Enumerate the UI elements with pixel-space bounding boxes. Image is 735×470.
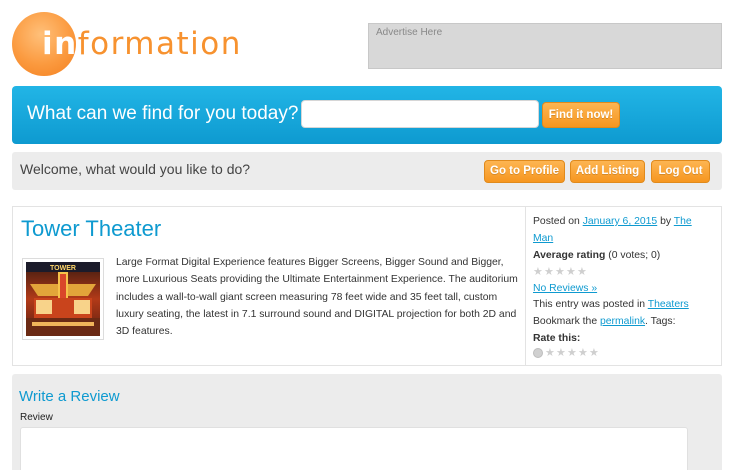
category-link[interactable]: Theaters (648, 299, 689, 310)
cancel-rating-icon[interactable] (533, 348, 543, 358)
review-label: Review (20, 412, 53, 423)
logo-rest: formation (77, 26, 242, 62)
star-icon[interactable]: ★ (578, 348, 588, 359)
posted-on-line: Posted on January 6, 2015 by The (533, 216, 692, 227)
star-icon: ★ (577, 266, 587, 278)
posted-in-prefix: This entry was posted in (533, 299, 646, 310)
average-rating-label: Average rating (533, 250, 606, 261)
star-icon: ★ (555, 266, 565, 278)
average-rating-votes: (0 votes; 0) (608, 250, 661, 261)
search-band: What can we find for you today? Find it … (12, 86, 722, 144)
post-date-link[interactable]: January 6, 2015 (583, 216, 658, 227)
posted-on-prefix: Posted on (533, 216, 580, 227)
no-reviews-link[interactable]: No Reviews » (533, 283, 597, 294)
review-textarea[interactable] (20, 427, 688, 470)
posted-in-line: This entry was posted in Theaters (533, 299, 689, 310)
tags-label: . Tags: (645, 316, 676, 327)
site-logo[interactable]: information (12, 12, 240, 76)
rate-this-label: Rate this: (533, 333, 581, 344)
star-icon: ★ (566, 266, 576, 278)
search-prompt: What can we find for you today? (27, 103, 299, 124)
star-icon: ★ (533, 266, 543, 278)
listing-thumbnail[interactable]: TOWER (22, 258, 104, 340)
permalink-link[interactable]: permalink (600, 316, 645, 327)
average-rating-line: Average rating (0 votes; 0) (533, 250, 660, 261)
star-icon[interactable]: ★ (556, 348, 566, 359)
go-to-profile-button[interactable]: Go to Profile (484, 160, 565, 183)
star-icon: ★ (544, 266, 554, 278)
log-out-button[interactable]: Log Out (651, 160, 710, 183)
listing-description: Large Format Digital Experience features… (116, 257, 518, 338)
logo-highlight: in (42, 26, 78, 62)
bookmark-line: Bookmark the permalink. Tags: (533, 316, 675, 327)
rate-this-stars[interactable]: ★ ★ ★ ★ ★ (533, 348, 599, 359)
average-rating-stars: ★ ★ ★ ★ ★ (533, 266, 587, 278)
write-review-title: Write a Review (19, 388, 120, 405)
write-review-section: Write a Review Review (12, 374, 722, 470)
rate-this-line: Rate this: (533, 333, 580, 344)
ad-text: Advertise Here (376, 27, 443, 38)
listing-title[interactable]: Tower Theater (21, 216, 161, 242)
no-reviews-line: No Reviews » (533, 283, 597, 294)
author-line-2: Man (533, 233, 553, 244)
author-link[interactable]: The (674, 216, 692, 227)
listing-meta-sidebar: Posted on January 6, 2015 by The Man Ave… (525, 207, 721, 365)
thumb-sign-text: TOWER (50, 265, 76, 272)
author-link-continued[interactable]: Man (533, 233, 553, 244)
bookmark-prefix: Bookmark the (533, 316, 598, 327)
logo-text: information (42, 24, 242, 64)
welcome-text: Welcome, what would you like to do? (20, 161, 251, 177)
listing-card: Tower Theater TOWER Large Format Digital (12, 206, 722, 366)
by-text: by (660, 216, 672, 227)
search-input[interactable] (301, 100, 539, 128)
star-icon[interactable]: ★ (567, 348, 577, 359)
find-it-now-button[interactable]: Find it now! (542, 102, 620, 128)
add-listing-button[interactable]: Add Listing (570, 160, 645, 183)
advertisement-banner[interactable]: Advertise Here (368, 23, 722, 69)
welcome-bar: Welcome, what would you like to do? Go t… (12, 152, 722, 190)
theater-image: TOWER (26, 262, 100, 336)
star-icon[interactable]: ★ (589, 348, 599, 359)
star-icon[interactable]: ★ (545, 348, 555, 359)
